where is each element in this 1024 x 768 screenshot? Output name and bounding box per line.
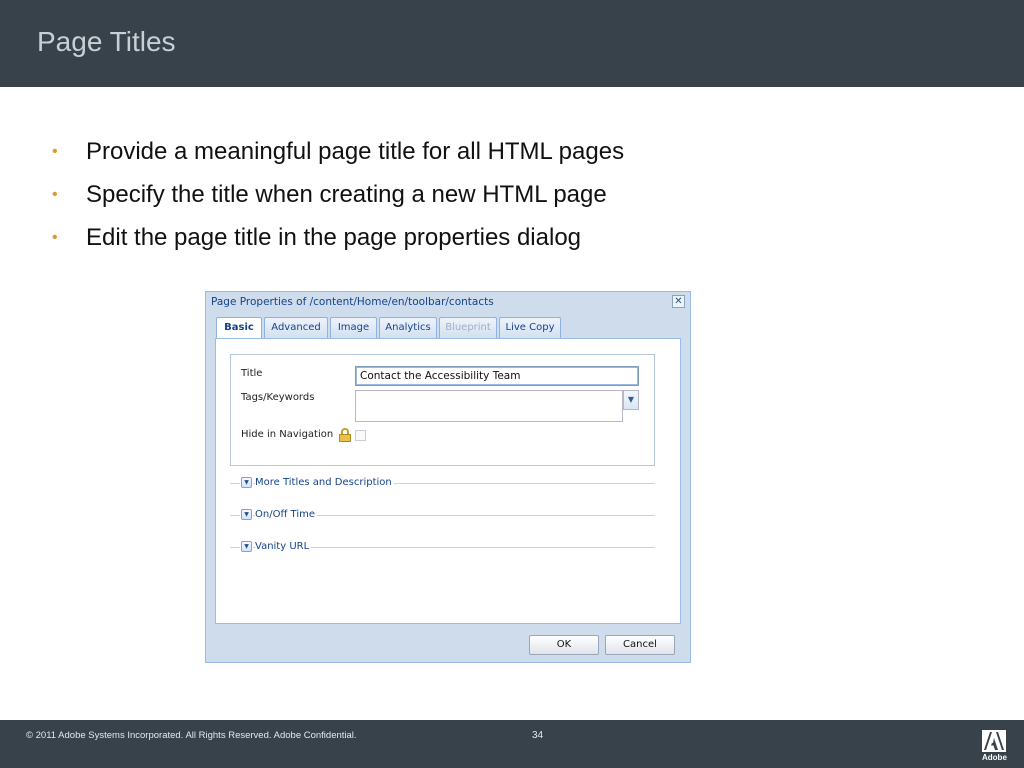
title-input[interactable]: Contact the Accessibility Team [355, 366, 639, 386]
tab-basic[interactable]: Basic [216, 317, 262, 340]
section-vanity-url[interactable]: ▼ Vanity URL [230, 541, 655, 553]
bullet-icon: • [52, 229, 58, 246]
ok-button[interactable]: OK [529, 635, 599, 655]
chevron-down-icon[interactable]: ▼ [623, 390, 639, 410]
slide-header: Page Titles [0, 0, 1024, 87]
basic-fieldset: Title Contact the Accessibility Team Tag… [230, 354, 655, 466]
page-properties-dialog: Page Properties of /content/Home/en/tool… [205, 291, 691, 663]
tags-label: Tags/Keywords [241, 392, 315, 403]
bullet-icon: • [52, 143, 58, 160]
bullet-text: Edit the page title in the page properti… [86, 224, 582, 251]
adobe-logo-icon: Adobe [982, 730, 1007, 764]
section-label[interactable]: Vanity URL [255, 541, 312, 553]
tab-analytics[interactable]: Analytics [379, 317, 437, 338]
basic-panel: Title Contact the Accessibility Team Tag… [215, 338, 681, 624]
page-number: 34 [532, 730, 544, 741]
bullet-icon: • [52, 186, 58, 203]
lock-icon [339, 428, 351, 442]
tab-image[interactable]: Image [330, 317, 377, 338]
hide-navigation-label: Hide in Navigation [241, 429, 334, 440]
tags-input[interactable] [355, 390, 623, 422]
bullet-text: Provide a meaningful page title for all … [86, 138, 625, 165]
chevron-down-icon[interactable]: ▼ [241, 541, 252, 552]
hide-navigation-checkbox[interactable] [355, 430, 366, 441]
cancel-button[interactable]: Cancel [605, 635, 675, 655]
close-icon[interactable]: ✕ [672, 295, 685, 308]
tab-blueprint: Blueprint [439, 317, 497, 338]
slide-footer: © 2011 Adobe Systems Incorporated. All R… [0, 720, 1024, 768]
section-more-titles[interactable]: ▼ More Titles and Description [230, 477, 655, 489]
section-label[interactable]: On/Off Time [255, 509, 317, 521]
bullet-item: • Specify the title when creating a new H… [52, 178, 624, 221]
chevron-down-icon[interactable]: ▼ [241, 477, 252, 488]
bullet-list: • Provide a meaningful page title for all… [52, 135, 624, 264]
tab-live-copy[interactable]: Live Copy [499, 317, 561, 338]
slide-title: Page Titles [37, 26, 176, 57]
section-on-off-time[interactable]: ▼ On/Off Time [230, 509, 655, 521]
adobe-logo-text: Adobe [982, 753, 1007, 762]
section-label[interactable]: More Titles and Description [255, 477, 394, 489]
tab-advanced[interactable]: Advanced [264, 317, 328, 338]
dialog-title: Page Properties of /content/Home/en/tool… [211, 296, 494, 308]
title-label: Title [241, 368, 263, 379]
bullet-item: • Edit the page title in the page propert… [52, 221, 624, 264]
chevron-down-icon[interactable]: ▼ [241, 509, 252, 520]
copyright-text: © 2011 Adobe Systems Incorporated. All R… [26, 730, 357, 741]
bullet-text: Specify the title when creating a new HT… [86, 181, 607, 208]
bullet-item: • Provide a meaningful page title for all… [52, 135, 624, 178]
